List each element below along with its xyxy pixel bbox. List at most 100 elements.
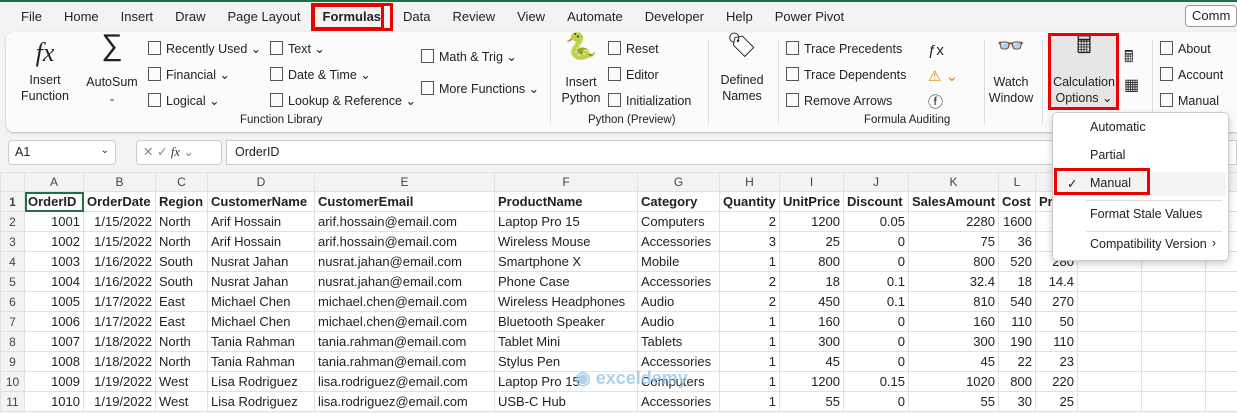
cell[interactable]: 1 [719,391,780,412]
cell[interactable]: 14.4 [1035,271,1078,292]
cell[interactable]: 2 [719,271,780,292]
cell[interactable]: Tania Rahman [207,351,315,372]
row-header[interactable]: 6 [0,291,25,312]
cell[interactable]: 1 [719,331,780,352]
cell[interactable]: 75 [908,231,999,252]
cell[interactable]: 1008 [24,351,84,372]
calculate-sheet-icon[interactable]: ▦ [1124,72,1139,100]
cell[interactable]: Wireless Headphones [494,291,638,312]
row-header[interactable]: 4 [0,251,25,272]
lib_col2-item-date-time[interactable]: Date & Time ⌄ [270,66,416,92]
cell[interactable]: Laptop Pro 15 [494,211,638,232]
cell[interactable]: 1009 [24,371,84,392]
lib_col1-item-financial[interactable]: Financial ⌄ [148,66,261,92]
menu-item-compatibility-version[interactable]: Compatibility Version › [1055,233,1226,257]
tab-insert[interactable]: Insert [110,4,165,30]
cell[interactable] [1205,311,1237,332]
cell[interactable]: 45 [908,351,999,372]
cell[interactable]: 540 [998,291,1036,312]
cell[interactable] [1205,371,1237,392]
cell[interactable]: nusrat.jahan@email.com [314,271,495,292]
cell[interactable]: 1/18/2022 [83,331,156,352]
cell[interactable]: North [155,331,208,352]
cell[interactable]: 800 [779,251,844,272]
cell[interactable] [1077,391,1142,412]
cell[interactable]: 0 [843,231,909,252]
cell[interactable]: 0.1 [843,291,909,312]
cell[interactable]: Accessories [637,271,720,292]
header-cell[interactable]: UnitPrice [779,191,844,212]
menu-item-automatic[interactable]: Automatic [1055,116,1226,140]
cell[interactable]: 0 [843,351,909,372]
cell[interactable]: North [155,211,208,232]
cell[interactable]: 3 [719,231,780,252]
cell[interactable]: 25 [1035,391,1078,412]
cell[interactable]: lisa.rodriguez@email.com [314,391,495,412]
formula-auditing-icons[interactable]: ƒx ⚠ ⌄ ⓕ [928,38,958,116]
cell[interactable]: 25 [779,231,844,252]
cell[interactable]: 1/16/2022 [83,271,156,292]
cell[interactable] [1077,331,1142,352]
cell[interactable]: 1010 [24,391,84,412]
column-header-G[interactable]: G [637,172,720,192]
column-header-K[interactable]: K [908,172,999,192]
cell[interactable]: nusrat.jahan@email.com [314,251,495,272]
cell[interactable]: 1020 [908,371,999,392]
tab-developer[interactable]: Developer [634,4,715,30]
cell[interactable]: 520 [998,251,1036,272]
cell[interactable]: 1004 [24,271,84,292]
cell[interactable]: 160 [908,311,999,332]
cell[interactable]: Smartphone X [494,251,638,272]
cell[interactable]: 18 [779,271,844,292]
cell[interactable]: 160 [779,311,844,332]
lib_col2-item-text[interactable]: Text ⌄ [270,40,416,66]
lib_col3-item-more-functions[interactable]: More Functions ⌄ [421,80,539,112]
cell[interactable]: Audio [637,311,720,332]
name-box[interactable]: A1 ⌄ [8,140,116,165]
auditing_items-item-trace-precedents[interactable]: Trace Precedents [786,40,906,66]
cell[interactable]: Lisa Rodriguez [207,391,315,412]
column-header-E[interactable]: E [314,172,495,192]
cell[interactable]: tania.rahman@email.com [314,331,495,352]
cell[interactable]: 1 [719,311,780,332]
header-cell[interactable]: OrderDate [83,191,156,212]
cell[interactable]: 220 [1035,371,1078,392]
column-header-I[interactable]: I [779,172,844,192]
column-header-C[interactable]: C [155,172,208,192]
cell[interactable]: 1 [719,251,780,272]
tab-power-pivot[interactable]: Power Pivot [764,4,855,30]
header-cell[interactable]: SalesAmount [908,191,999,212]
cell[interactable] [1077,291,1142,312]
cell[interactable]: 1/17/2022 [83,291,156,312]
tab-draw[interactable]: Draw [164,4,216,30]
cell[interactable]: Audio [637,291,720,312]
cell[interactable] [1141,331,1206,352]
column-header-A[interactable]: A [24,172,84,192]
column-header-H[interactable]: H [719,172,780,192]
cell[interactable]: 1001 [24,211,84,232]
tab-help[interactable]: Help [715,4,764,30]
column-header-L[interactable]: L [998,172,1036,192]
cell[interactable]: Computers [637,211,720,232]
cell[interactable]: 1/19/2022 [83,371,156,392]
help_items-item-about[interactable]: About [1160,40,1223,66]
auditing_items-item-trace-dependents[interactable]: Trace Dependents [786,66,906,92]
cell[interactable]: Arif Hossain [207,231,315,252]
cell[interactable]: 1/15/2022 [83,211,156,232]
cell[interactable]: 32.4 [908,271,999,292]
cell[interactable] [1205,391,1237,412]
row-header[interactable]: 9 [0,351,25,372]
tab-data[interactable]: Data [392,4,441,30]
cell[interactable]: 1007 [24,331,84,352]
column-header-J[interactable]: J [843,172,909,192]
cell[interactable]: Mobile [637,251,720,272]
cell[interactable]: 110 [1035,331,1078,352]
tab-view[interactable]: View [506,4,556,30]
cell[interactable]: 0 [843,331,909,352]
cell[interactable]: 36 [998,231,1036,252]
cell[interactable]: tania.rahman@email.com [314,351,495,372]
comments-button[interactable]: Comm [1185,5,1237,27]
cell[interactable]: Wireless Mouse [494,231,638,252]
cell[interactable]: 50 [1035,311,1078,332]
cell[interactable] [1077,371,1142,392]
